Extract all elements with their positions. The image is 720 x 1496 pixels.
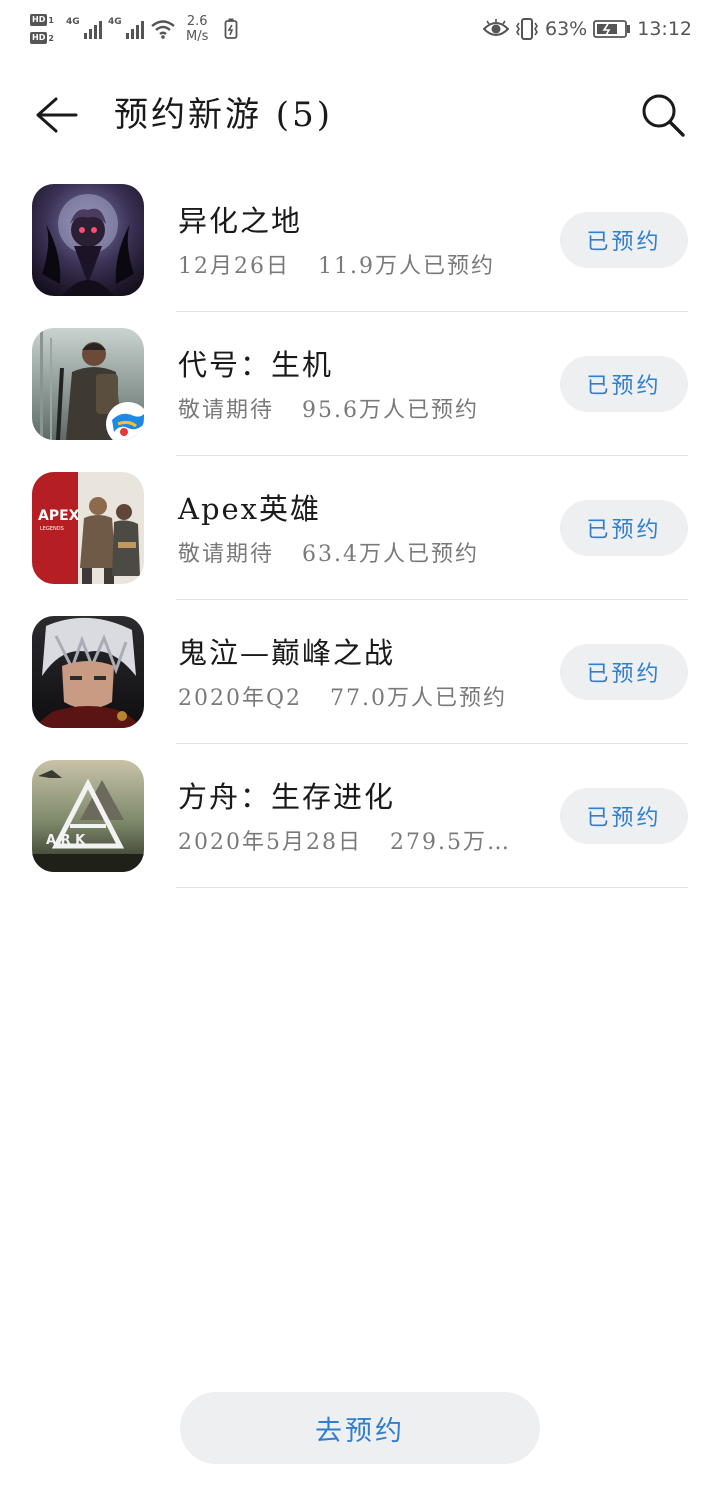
apex-logo-subtext: LEGENDS [40, 526, 64, 532]
status-bar: HD 1 HD 2 4G 4G 2.6 M/s 63% 13:12 [0, 0, 720, 60]
game-icon-devilmaycry[interactable] [32, 616, 144, 728]
hd-icon: HD 1 HD 2 [30, 14, 60, 45]
game-meta: 敬请期待 95.6万人已预约 [178, 396, 518, 426]
release-date: 敬请期待 [178, 542, 275, 567]
game-name: 代号：生机 [178, 348, 334, 382]
battery-saver-icon [224, 18, 238, 39]
list-item[interactable]: 异化之地 12月26日 11.9万人已预约 已预约 [0, 168, 720, 312]
game-meta: 12月26日 11.9万人已预约 [178, 252, 518, 282]
network-speed-value: 2.6 [186, 14, 208, 29]
status-time: 13:12 [637, 18, 692, 40]
reserved-button[interactable]: 已预约 [560, 212, 688, 268]
status-bar-right: 63% 13:12 [483, 14, 692, 44]
release-date: 2020年5月28日 [178, 830, 362, 855]
search-button[interactable] [638, 90, 688, 140]
game-icon-yihua[interactable] [32, 184, 144, 296]
reservation-count: 63.4万人已预约 [302, 542, 480, 567]
signal-icon: 4G [108, 17, 144, 41]
hd-label: HD [30, 14, 48, 26]
divider [176, 887, 688, 888]
list-item[interactable]: 代号：生机 敬请期待 95.6万人已预约 已预约 [0, 312, 720, 456]
header: 预约新游 (5) [0, 72, 720, 158]
game-meta: 2020年5月28日 279.5万… [178, 828, 518, 858]
network-speed: 2.6 M/s [186, 14, 208, 44]
list-item[interactable]: APEX LEGENDS Apex英雄 敬请期待 63.4万人已预约 已预约 [0, 456, 720, 600]
reserved-button[interactable]: 已预约 [560, 500, 688, 556]
vibrate-icon [516, 18, 538, 40]
reserved-button[interactable]: 已预约 [560, 356, 688, 412]
go-reserve-button[interactable]: 去预约 [180, 1392, 540, 1464]
game-icon-apex[interactable]: APEX LEGENDS [32, 472, 144, 584]
network-type-label: 4G [108, 17, 122, 27]
search-icon [642, 94, 685, 137]
game-name: Apex英雄 [178, 492, 322, 526]
release-date: 2020年Q2 [178, 686, 303, 711]
eye-comfort-icon [483, 19, 509, 36]
game-meta: 敬请期待 63.4万人已预约 [178, 540, 518, 570]
signal-icon: 4G [66, 17, 102, 41]
status-bar-left: HD 1 HD 2 4G 4G 2.6 M/s [30, 8, 238, 50]
game-name: 方舟：生存进化 [178, 780, 396, 814]
battery-percent: 63% [545, 18, 588, 40]
battery-icon [593, 20, 631, 38]
reserved-games-list: 异化之地 12月26日 11.9万人已预约 已预约 代号：生机 敬请期待 95.… [0, 168, 720, 888]
back-button[interactable] [30, 90, 82, 140]
game-meta: 2020年Q2 77.0万人已预约 [178, 684, 518, 714]
network-speed-unit: M/s [186, 29, 209, 44]
game-icon-shengji[interactable] [32, 328, 144, 440]
list-item[interactable]: 鬼泣—巅峰之战 2020年Q2 77.0万人已预约 已预约 [0, 600, 720, 744]
wifi-icon [151, 20, 175, 39]
reserved-button[interactable]: 已预约 [560, 644, 688, 700]
hd-sim-number: 2 [48, 33, 54, 43]
reservation-count: 279.5万… [389, 830, 511, 855]
release-date: 12月26日 [178, 254, 290, 279]
list-item[interactable]: A R K 方舟：生存进化 2020年5月28日 279.5万… 已预约 [0, 744, 720, 888]
reserved-button[interactable]: 已预约 [560, 788, 688, 844]
ark-logo-text: A R K [46, 833, 86, 848]
release-date: 敬请期待 [178, 398, 275, 423]
reservation-count: 11.9万人已预约 [318, 254, 495, 279]
page-title: 预约新游 (5) [114, 95, 333, 135]
game-name: 鬼泣—巅峰之战 [178, 636, 396, 670]
back-arrow-icon [36, 97, 78, 133]
hd-label: HD [30, 32, 48, 44]
game-name: 异化之地 [178, 204, 303, 238]
game-icon-ark[interactable]: A R K [32, 760, 144, 872]
network-type-label: 4G [66, 17, 80, 27]
reservation-count: 77.0万人已预约 [330, 686, 508, 711]
reservation-count: 95.6万人已预约 [302, 398, 480, 423]
apex-logo-text: APEX [38, 508, 80, 524]
hd-sim-number: 1 [48, 15, 54, 25]
